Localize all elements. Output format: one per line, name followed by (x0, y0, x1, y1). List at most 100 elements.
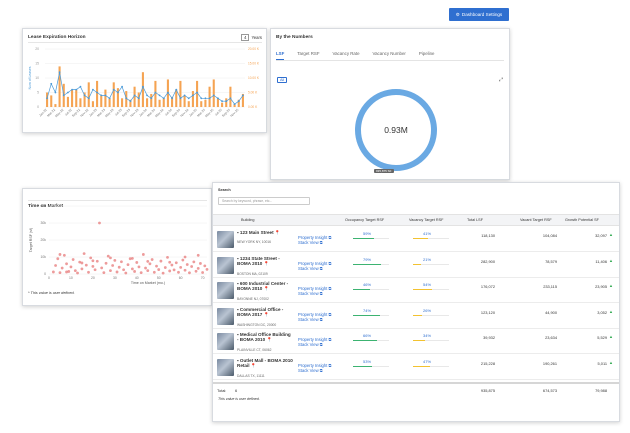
lease-count-point[interactable] (83, 94, 86, 97)
scatter-point[interactable] (146, 260, 150, 263)
scatter-point[interactable] (109, 269, 112, 272)
scatter-point[interactable] (168, 260, 172, 264)
scatter-point[interactable] (163, 266, 167, 269)
expiration-bar[interactable] (137, 92, 140, 108)
scatter-point[interactable] (109, 256, 112, 260)
expiration-bar[interactable] (54, 104, 57, 107)
lease-count-point[interactable] (192, 94, 194, 97)
scatter-point[interactable] (170, 263, 174, 267)
expiration-bar[interactable] (150, 93, 153, 107)
scatter-point[interactable] (58, 253, 62, 256)
tab-lsf[interactable]: LSF (276, 51, 285, 60)
tab-pipeline[interactable]: Pipeline (419, 51, 435, 60)
scatter-point[interactable] (73, 269, 77, 272)
expiration-bar[interactable] (225, 98, 228, 107)
stack-view-link[interactable]: Stack View ⧉ (298, 317, 323, 322)
scatter-point[interactable] (62, 253, 66, 257)
dashboard-settings-button[interactable]: ⚙ Dashboard Settings (449, 8, 509, 21)
scatter-point[interactable] (54, 264, 57, 267)
expiration-bar[interactable] (162, 98, 165, 107)
expiration-bar[interactable] (79, 98, 82, 107)
expiration-bar[interactable] (179, 80, 182, 107)
lease-count-point[interactable] (233, 103, 236, 105)
all-filter-chip[interactable]: All (277, 77, 288, 83)
expiration-bar[interactable] (229, 86, 232, 107)
scatter-point[interactable] (159, 259, 163, 263)
lease-count-point[interactable] (225, 100, 228, 103)
scatter-point[interactable] (172, 268, 176, 272)
scatter-point[interactable] (203, 264, 207, 268)
stack-view-link[interactable]: Stack View ⧉ (298, 266, 323, 271)
scatter-point[interactable] (98, 221, 101, 225)
building-name[interactable]: ▪ Medical Office Building - BOMA 2010 📍 (237, 332, 293, 343)
lease-count-point[interactable] (129, 100, 132, 103)
scatter-point[interactable] (80, 261, 84, 265)
scatter-point[interactable] (124, 271, 128, 275)
lease-count-point[interactable] (175, 88, 178, 91)
lease-count-point[interactable] (183, 94, 186, 97)
years-selector[interactable]: 4 Years (241, 34, 262, 41)
lease-count-point[interactable] (108, 97, 111, 100)
scatter-point[interactable] (146, 269, 150, 272)
lease-count-point[interactable] (92, 88, 94, 91)
scatter-point[interactable] (91, 259, 95, 263)
lease-count-point[interactable] (54, 91, 57, 94)
lease-count-point[interactable] (121, 85, 123, 88)
lease-count-point[interactable] (204, 97, 207, 100)
scatter-point[interactable] (130, 256, 134, 260)
expiration-bar[interactable] (66, 96, 69, 107)
scatter-point[interactable] (137, 265, 141, 269)
scatter-point[interactable] (183, 255, 187, 259)
scatter-point[interactable] (148, 262, 152, 266)
scatter-point[interactable] (60, 266, 64, 270)
col-building[interactable]: Building (241, 218, 255, 222)
scatter-point[interactable] (80, 267, 84, 271)
scatter-point[interactable] (120, 260, 123, 264)
scatter-point[interactable] (106, 254, 110, 258)
scatter-point[interactable] (115, 270, 119, 274)
lease-count-point[interactable] (229, 97, 232, 100)
stack-view-link[interactable]: Stack View ⧉ (298, 342, 323, 347)
stack-view-link[interactable]: Stack View ⧉ (298, 240, 323, 245)
scatter-point[interactable] (117, 265, 121, 269)
lease-count-point[interactable] (167, 91, 169, 94)
lease-count-point[interactable] (208, 97, 211, 100)
scatter-point[interactable] (196, 266, 200, 270)
expiration-bar[interactable] (204, 99, 207, 107)
lease-count-point[interactable] (112, 88, 115, 91)
expiration-bar[interactable] (200, 101, 203, 107)
lease-count-point[interactable] (125, 97, 128, 100)
lease-count-point[interactable] (87, 97, 90, 100)
scatter-point[interactable] (100, 266, 104, 270)
scatter-point[interactable] (141, 253, 145, 256)
lease-count-point[interactable] (187, 97, 190, 100)
lease-count-point[interactable] (158, 94, 161, 97)
lease-count-point[interactable] (162, 97, 165, 100)
lease-count-point[interactable] (150, 97, 153, 100)
expiration-bar[interactable] (96, 80, 99, 107)
stack-view-link[interactable]: Stack View ⧉ (298, 368, 323, 373)
scatter-point[interactable] (58, 271, 62, 275)
lease-count-point[interactable] (79, 85, 82, 88)
expiration-bar[interactable] (87, 82, 90, 107)
scatter-point[interactable] (188, 271, 191, 275)
expiration-bar[interactable] (146, 98, 149, 107)
scatter-point[interactable] (89, 256, 93, 260)
lease-count-point[interactable] (142, 85, 144, 88)
scatter-point[interactable] (65, 262, 68, 266)
scatter-point[interactable] (69, 265, 73, 269)
scatter-point[interactable] (144, 266, 147, 270)
lease-count-point[interactable] (104, 94, 107, 97)
expiration-bar[interactable] (112, 82, 115, 107)
building-name[interactable]: ▪ 600 Industrial Center - BOMA 2010 📍 (237, 281, 293, 292)
lease-count-point[interactable] (242, 94, 244, 97)
col-occupancy[interactable]: Occupancy Target RSF (345, 218, 384, 222)
stack-view-link[interactable]: Stack View ⧉ (298, 291, 323, 296)
scatter-point[interactable] (201, 271, 205, 274)
lease-count-point[interactable] (179, 97, 182, 100)
scatter-point[interactable] (190, 265, 194, 268)
lease-count-point[interactable] (46, 97, 48, 100)
lease-count-point[interactable] (96, 91, 98, 94)
scatter-point[interactable] (122, 268, 126, 272)
scatter-point[interactable] (205, 268, 209, 271)
